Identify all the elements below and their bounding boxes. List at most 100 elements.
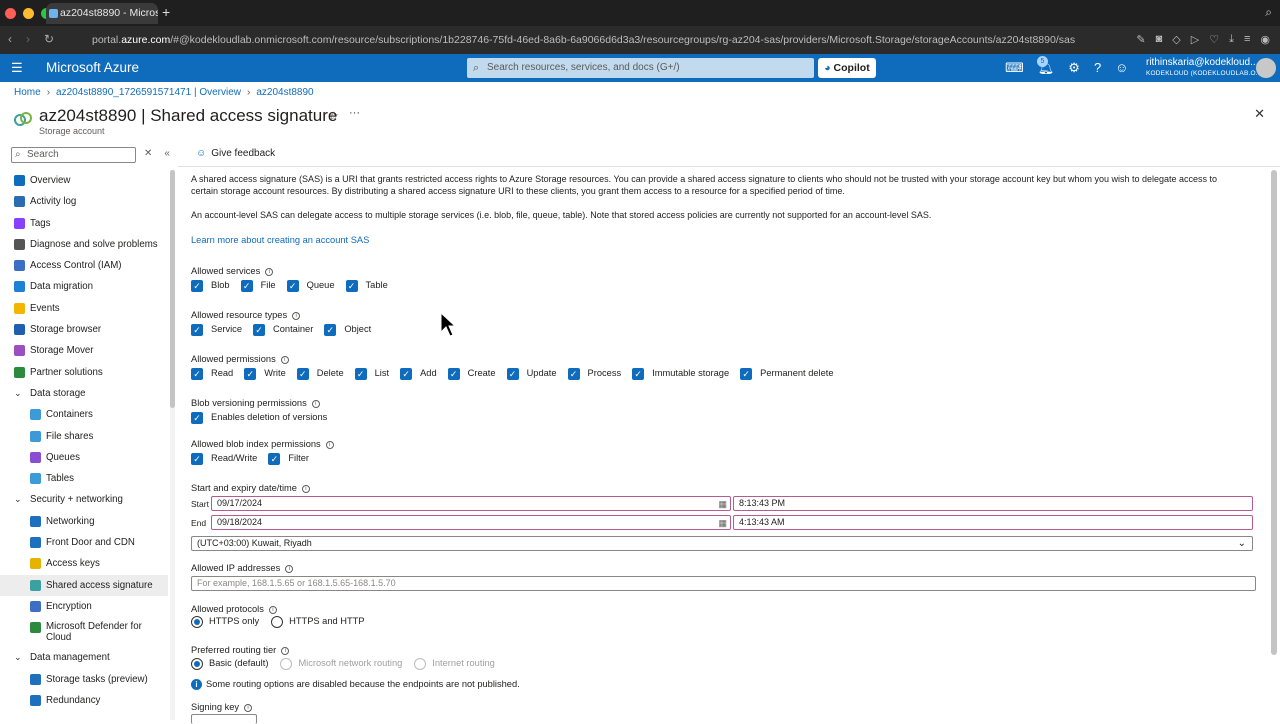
menu-icon[interactable]: ≡ xyxy=(1244,33,1250,46)
sidebar-item-storage-browser[interactable]: Storage browser xyxy=(0,319,168,340)
start-date-field[interactable]: 09/17/2024 ▦ xyxy=(211,496,731,511)
allowed-ip-input[interactable]: For example, 168.1.5.65 or 168.1.5.65-16… xyxy=(191,576,1256,591)
more-options-icon[interactable]: ··· xyxy=(349,107,360,119)
basic-routing-radio[interactable] xyxy=(191,658,203,670)
sidebar-item-shared-access-signature[interactable]: Shared access signature xyxy=(0,574,168,596)
read-checkbox[interactable]: ✓ xyxy=(191,368,203,380)
url-field[interactable]: portal.azure.com/#@kodekloudlab.onmicros… xyxy=(74,30,1094,50)
profile-icon[interactable]: ◉ xyxy=(1260,33,1270,46)
info-icon[interactable]: i xyxy=(280,356,289,364)
write-checkbox[interactable]: ✓ xyxy=(244,368,257,380)
start-time-field[interactable]: 8:13:43 PM xyxy=(733,496,1253,511)
sidebar-item-queues[interactable]: Queues xyxy=(0,447,168,468)
container-checkbox[interactable]: ✓ xyxy=(253,324,266,336)
window-controls[interactable] xyxy=(5,8,52,19)
settings-gear-icon[interactable]: ⚙ xyxy=(1068,60,1080,76)
info-icon[interactable]: i xyxy=(285,565,294,573)
end-date-field[interactable]: 09/18/2024 ▦ xyxy=(211,515,731,530)
global-search-input[interactable]: ⌕ Search resources, services, and docs (… xyxy=(467,58,814,78)
forward-arrow-icon[interactable]: › xyxy=(26,32,30,46)
heart-icon[interactable]: ♡ xyxy=(1209,33,1219,46)
read-write-checkbox[interactable]: ✓ xyxy=(191,453,203,465)
sidebar-scrollbar[interactable] xyxy=(170,170,175,408)
sidebar-item-microsoft-defender-for-cloud[interactable]: Microsoft Defender for Cloud xyxy=(0,617,168,647)
update-checkbox[interactable]: ✓ xyxy=(506,368,519,380)
sidebar-item-partner-solutions[interactable]: Partner solutions xyxy=(0,362,168,383)
sidebar-search-input[interactable]: ⌕ Search xyxy=(11,147,136,163)
timezone-dropdown[interactable]: (UTC+03:00) Kuwait, Riyadh ⌄ xyxy=(191,536,1253,551)
sidebar-group-security-networking[interactable]: ⌄ Security + networking xyxy=(0,489,168,510)
info-icon[interactable]: i xyxy=(292,312,301,320)
info-icon[interactable]: i xyxy=(268,606,277,614)
process-checkbox[interactable]: ✓ xyxy=(567,368,580,380)
sidebar-item-access-control-iam[interactable]: Access Control (IAM) xyxy=(0,255,168,276)
sidebar-item-containers[interactable]: Containers xyxy=(0,404,168,425)
shield-icon[interactable]: ◇ xyxy=(1172,33,1180,46)
back-arrow-icon[interactable]: ‹ xyxy=(8,32,12,46)
blob-checkbox[interactable]: ✓ xyxy=(191,280,203,292)
collapse-sidebar-icon[interactable]: « xyxy=(164,148,170,159)
minimize-window-button[interactable] xyxy=(23,8,34,19)
reload-icon[interactable]: ↻ xyxy=(44,32,54,46)
close-blade-icon[interactable]: ✕ xyxy=(1254,106,1265,122)
add-checkbox[interactable]: ✓ xyxy=(400,368,413,380)
edit-icon[interactable]: ✎ xyxy=(1136,33,1145,46)
azure-brand[interactable]: Microsoft Azure xyxy=(46,54,139,82)
delete-checkbox[interactable]: ✓ xyxy=(296,368,309,380)
avatar[interactable] xyxy=(1256,58,1276,78)
browser-tab[interactable]: az204st8890 - Microsof xyxy=(46,3,158,24)
filter-checkbox[interactable]: ✓ xyxy=(268,453,281,465)
service-checkbox[interactable]: ✓ xyxy=(191,324,203,336)
list-checkbox[interactable]: ✓ xyxy=(354,368,367,380)
sidebar-item-activity-log[interactable]: Activity log xyxy=(0,191,168,212)
clear-filter-icon[interactable]: ✕ xyxy=(144,148,152,159)
info-icon[interactable]: i xyxy=(325,441,334,449)
calendar-icon[interactable]: ▦ xyxy=(718,517,727,530)
sidebar-item-storage-mover[interactable]: Storage Mover xyxy=(0,340,168,361)
copilot-button[interactable]: ◕ Copilot xyxy=(818,58,876,78)
end-time-field[interactable]: 4:13:43 AM xyxy=(733,515,1253,530)
account-menu[interactable]: rithinskaria@kodekloud... KODEKLOUD (KOD… xyxy=(1146,57,1262,79)
breadcrumb-overview[interactable]: az204st8890_1726591571471 | Overview xyxy=(56,87,241,98)
sidebar-item-tables[interactable]: Tables xyxy=(0,468,168,489)
camera-icon[interactable]: ◙ xyxy=(1156,33,1163,46)
immutable-storage-checkbox[interactable]: ✓ xyxy=(632,368,645,380)
sidebar-item-diagnose-and-solve-problems[interactable]: Diagnose and solve problems xyxy=(0,234,168,255)
calendar-icon[interactable]: ▦ xyxy=(718,498,727,511)
https-only-radio[interactable] xyxy=(191,616,203,628)
give-feedback-button[interactable]: ☺ Give feedback xyxy=(196,148,275,159)
queue-checkbox[interactable]: ✓ xyxy=(286,280,299,292)
info-icon[interactable]: i xyxy=(311,400,320,408)
hamburger-menu-icon[interactable]: ☰ xyxy=(11,60,23,76)
create-checkbox[interactable]: ✓ xyxy=(447,368,460,380)
https-and-http-radio[interactable] xyxy=(271,616,284,628)
close-window-button[interactable] xyxy=(5,8,16,19)
object-checkbox[interactable]: ✓ xyxy=(324,324,337,336)
sidebar-item-file-shares[interactable]: File shares xyxy=(0,426,168,447)
sidebar-group-data-management[interactable]: ⌄ Data management xyxy=(0,647,168,668)
info-icon[interactable]: i xyxy=(301,485,310,493)
sidebar-item-data-migration[interactable]: Data migration xyxy=(0,276,168,297)
learn-more-link[interactable]: Learn more about creating an account SAS xyxy=(191,235,369,247)
file-checkbox[interactable]: ✓ xyxy=(240,280,253,292)
play-icon[interactable]: ▷ xyxy=(1191,33,1199,46)
info-icon[interactable]: i xyxy=(265,268,274,276)
cloud-shell-icon[interactable]: ⌨ xyxy=(1005,60,1024,76)
sidebar-group-data-storage[interactable]: ⌄ Data storage xyxy=(0,383,168,404)
sidebar-item-tags[interactable]: Tags xyxy=(0,213,168,234)
signing-key-dropdown[interactable] xyxy=(191,714,257,724)
favorite-star-icon[interactable]: ☆ xyxy=(328,109,339,123)
help-icon[interactable]: ? xyxy=(1094,60,1101,76)
download-icon[interactable]: ⤓ xyxy=(1229,33,1234,46)
table-checkbox[interactable]: ✓ xyxy=(345,280,358,292)
info-icon[interactable]: i xyxy=(281,647,290,655)
sidebar-item-overview[interactable]: Overview xyxy=(0,170,168,191)
sidebar-item-networking[interactable]: Networking xyxy=(0,511,168,532)
sidebar-item-storage-tasks-preview[interactable]: Storage tasks (preview) xyxy=(0,669,168,690)
breadcrumb-home[interactable]: Home xyxy=(14,87,41,98)
content-scrollbar[interactable] xyxy=(1271,170,1277,655)
sidebar-item-encryption[interactable]: Encryption xyxy=(0,596,168,617)
info-icon[interactable]: i xyxy=(244,704,253,712)
sidebar-item-redundancy[interactable]: Redundancy xyxy=(0,690,168,711)
sidebar-item-access-keys[interactable]: Access keys xyxy=(0,553,168,574)
